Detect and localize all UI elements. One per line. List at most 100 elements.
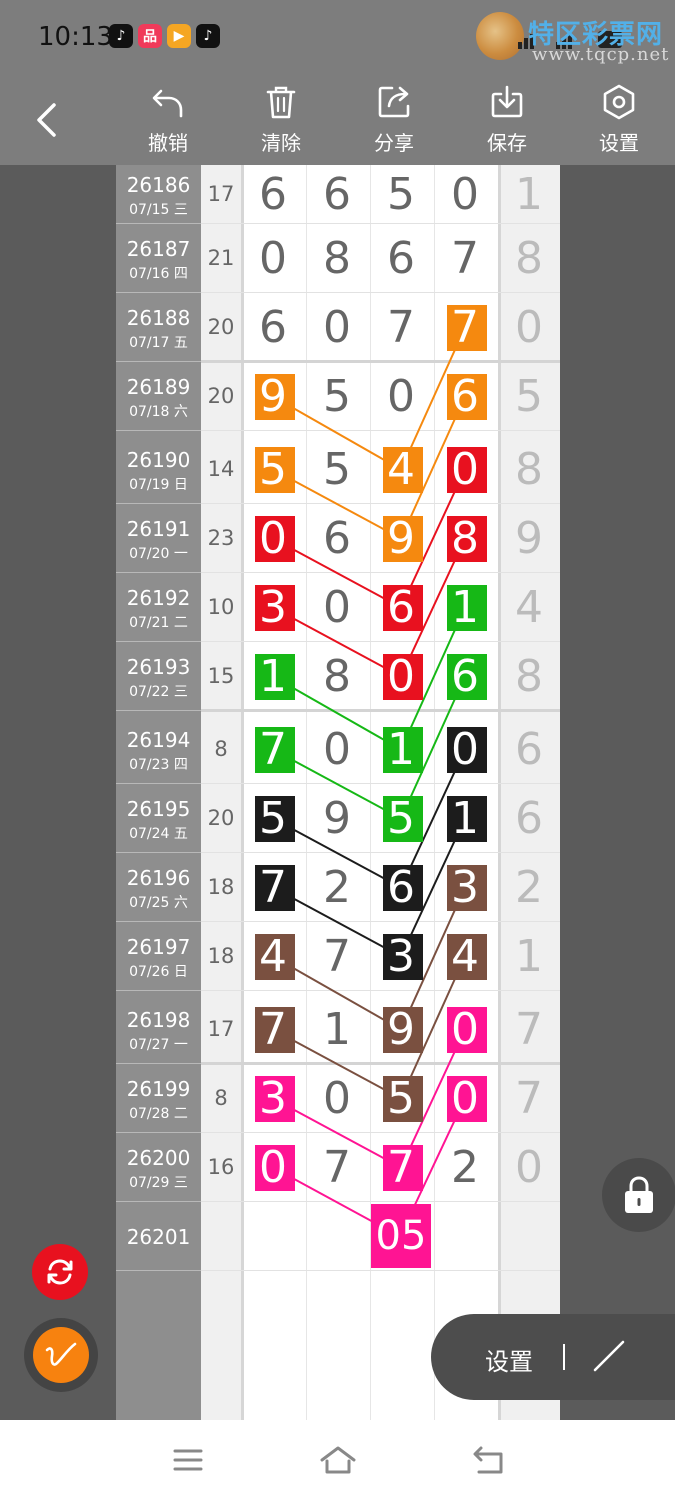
digit-cell[interactable]: 8 — [307, 233, 367, 285]
highlighted-digit[interactable]: 6 — [435, 651, 495, 703]
digit-cell[interactable]: 7 — [307, 931, 367, 983]
digit-cell[interactable]: 6 — [307, 169, 367, 221]
digit-cell[interactable]: 8 — [307, 651, 367, 703]
digit-cell[interactable]: 4 — [499, 582, 559, 634]
highlighted-digit[interactable]: 7 — [243, 724, 303, 776]
menu-button[interactable] — [168, 1442, 208, 1478]
highlighted-digit[interactable]: 9 — [371, 513, 431, 565]
digit-cell[interactable]: 2 — [499, 862, 559, 914]
highlighted-digit[interactable]: 0 — [243, 1142, 303, 1194]
lottery-grid[interactable]: 26186 07/15 三 17 26187 07/16 四 21 26188 07/17 五… — [0, 165, 675, 1420]
highlighted-digit[interactable]: 3 — [243, 1073, 303, 1125]
lock-button[interactable] — [602, 1158, 675, 1232]
digit-cell[interactable]: 9 — [307, 793, 367, 845]
highlighted-digit[interactable]: 0 — [243, 513, 303, 565]
digit-cell[interactable]: 0 — [243, 233, 303, 285]
back-nav-button[interactable] — [468, 1442, 508, 1478]
highlighted-digit[interactable]: 5 — [243, 793, 303, 845]
highlighted-digit[interactable]: 3 — [243, 582, 303, 634]
highlighted-digit[interactable]: 9 — [243, 371, 303, 423]
highlighted-digit[interactable]: 5 — [243, 444, 303, 496]
highlighted-digit[interactable]: 8 — [435, 513, 495, 565]
digit-cell[interactable]: 0 — [371, 371, 431, 423]
pen-button[interactable] — [33, 1327, 89, 1383]
digit-cell[interactable]: 6 — [307, 513, 367, 565]
digit-cell[interactable]: 1 — [499, 931, 559, 983]
highlighted-digit[interactable]: 4 — [371, 444, 431, 496]
draw-settings-label[interactable]: 设置 — [485, 1342, 533, 1377]
highlighted-digit[interactable]: 4 — [243, 931, 303, 983]
highlighted-digit[interactable]: 7 — [371, 1142, 431, 1194]
digit-cell[interactable]: 0 — [499, 1142, 559, 1194]
digit-cell[interactable]: 6 — [499, 724, 559, 776]
issue-cell: 26192 07/21 二 — [116, 573, 201, 642]
highlighted-digit[interactable]: 5 — [371, 1073, 431, 1125]
highlighted-digit[interactable]: 7 — [435, 302, 495, 354]
highlighted-digit[interactable]: 1 — [435, 582, 495, 634]
digit-cell[interactable]: 0 — [307, 302, 367, 354]
highlighted-digit[interactable]: 6 — [435, 371, 495, 423]
prediction-cell[interactable]: 05 — [371, 1204, 431, 1268]
highlighted-digit[interactable]: 0 — [435, 1073, 495, 1125]
line-tool-icon[interactable] — [591, 1338, 627, 1374]
highlighted-digit[interactable]: 7 — [243, 1004, 303, 1056]
digit-cell[interactable]: 7 — [435, 233, 495, 285]
digit-cell[interactable]: 9 — [499, 513, 559, 565]
undo-button[interactable]: 撤销 — [128, 83, 208, 163]
digit-cell[interactable]: 5 — [499, 371, 559, 423]
issue-number: 26193 — [126, 654, 191, 679]
highlighted-digit[interactable]: 0 — [371, 651, 431, 703]
refresh-button[interactable] — [32, 1244, 88, 1300]
digit-cell[interactable]: 1 — [499, 169, 559, 221]
highlighted-digit[interactable]: 3 — [371, 931, 431, 983]
digit-cell[interactable]: 0 — [499, 302, 559, 354]
home-button[interactable] — [318, 1442, 358, 1478]
share-button[interactable]: 分享 — [354, 83, 434, 163]
highlighted-digit[interactable]: 5 — [371, 793, 431, 845]
digit-cell[interactable]: 8 — [499, 444, 559, 496]
save-button[interactable]: 保存 — [467, 83, 547, 163]
digit-cell[interactable]: 2 — [307, 862, 367, 914]
digit-text: 7 — [259, 723, 287, 775]
digit-cell[interactable]: 1 — [307, 1004, 367, 1056]
highlighted-digit[interactable]: 0 — [435, 724, 495, 776]
clear-button[interactable]: 清除 — [241, 83, 321, 163]
digit-cell[interactable]: 7 — [499, 1004, 559, 1056]
digit-cell[interactable]: 0 — [307, 582, 367, 634]
digit-cell[interactable]: 8 — [499, 651, 559, 703]
highlighted-digit[interactable]: 6 — [371, 862, 431, 914]
chevron-left-icon — [37, 103, 56, 137]
highlighted-digit[interactable]: 9 — [371, 1004, 431, 1056]
digit-cell[interactable]: 5 — [371, 169, 431, 221]
highlighted-digit[interactable]: 7 — [243, 862, 303, 914]
highlighted-digit[interactable]: 3 — [435, 862, 495, 914]
highlighted-digit[interactable]: 0 — [435, 444, 495, 496]
digit-cell[interactable]: 6 — [243, 169, 303, 221]
back-button[interactable] — [26, 95, 66, 145]
lock-icon — [625, 1176, 653, 1213]
highlighted-digit[interactable]: 4 — [435, 931, 495, 983]
highlighted-digit[interactable]: 1 — [435, 793, 495, 845]
digit-cell[interactable]: 5 — [307, 371, 367, 423]
digit-cell[interactable]: 8 — [499, 233, 559, 285]
draw-settings-pill[interactable]: 设置 — [431, 1314, 675, 1400]
digit-cell[interactable]: 6 — [371, 233, 431, 285]
digit-cell[interactable]: 7 — [307, 1142, 367, 1194]
digit-cell[interactable]: 7 — [499, 1073, 559, 1125]
settings-button[interactable]: 设置 — [579, 83, 659, 163]
digit-cell[interactable]: 7 — [371, 302, 431, 354]
digit-cell[interactable]: 0 — [435, 169, 495, 221]
digit-cell[interactable]: 6 — [243, 302, 303, 354]
highlighted-digit[interactable]: 1 — [371, 724, 431, 776]
highlighted-digit[interactable]: 0 — [435, 1004, 495, 1056]
digit-cell[interactable]: 0 — [307, 724, 367, 776]
digit-cell[interactable]: 6 — [499, 793, 559, 845]
digit-cell[interactable]: 0 — [307, 1073, 367, 1125]
menu-icon — [173, 1449, 203, 1471]
digit-cell[interactable]: 5 — [307, 444, 367, 496]
highlighted-digit[interactable]: 1 — [243, 651, 303, 703]
digit-text: 1 — [387, 723, 415, 775]
highlighted-digit[interactable]: 6 — [371, 582, 431, 634]
digit-cell[interactable]: 2 — [435, 1142, 495, 1194]
digit-text: 7 — [259, 861, 287, 913]
